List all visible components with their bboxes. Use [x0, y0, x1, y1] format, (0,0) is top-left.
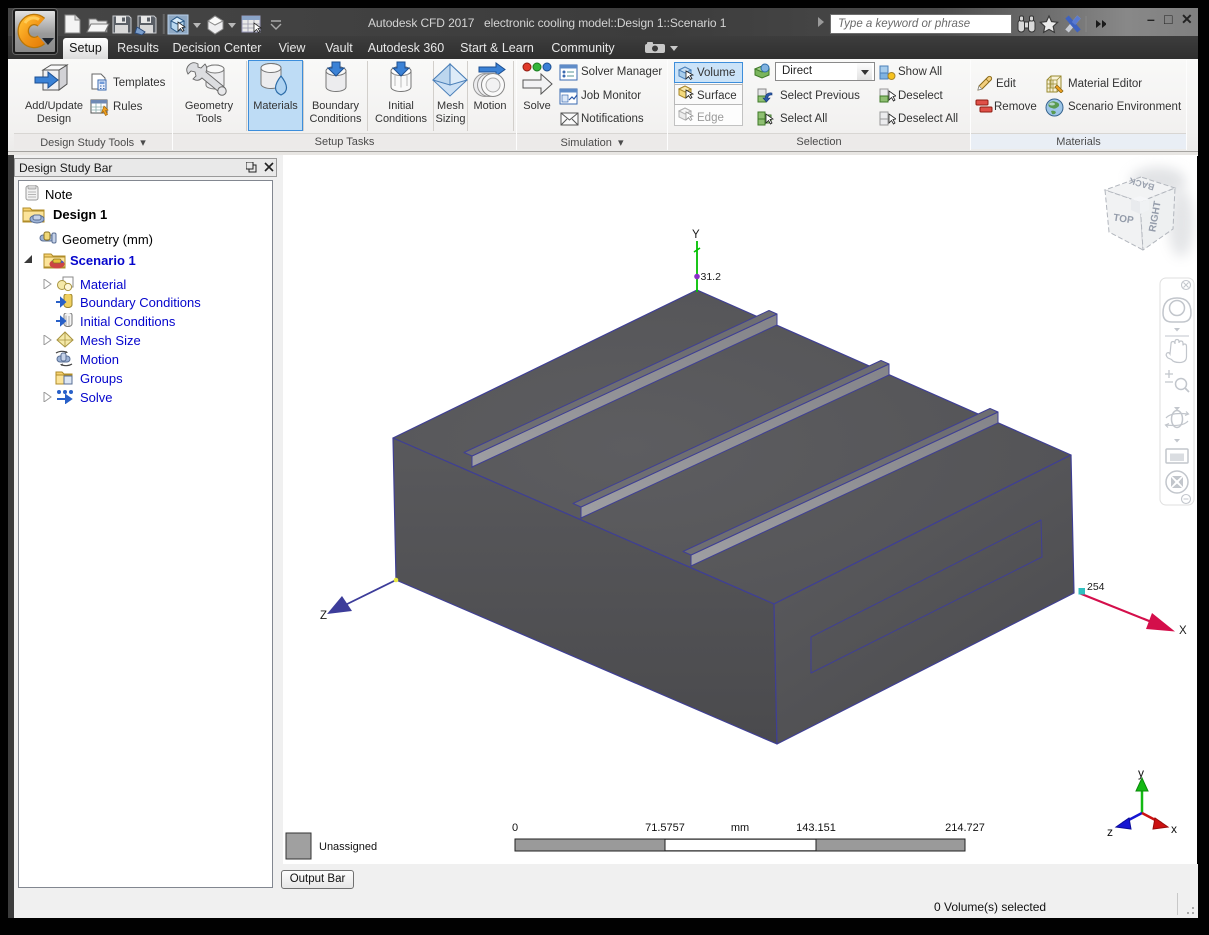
svg-text:0: 0	[512, 822, 518, 834]
svg-text:71.5757: 71.5757	[645, 822, 685, 834]
svg-text:Z: Z	[320, 610, 327, 622]
svg-text:y: y	[1138, 766, 1144, 780]
svg-text:254: 254	[1087, 581, 1105, 593]
svg-text:214.727: 214.727	[945, 822, 985, 834]
svg-text:x: x	[1171, 822, 1177, 836]
svg-text:Y: Y	[692, 229, 700, 241]
svg-text:Unassigned: Unassigned	[319, 841, 377, 853]
svg-text:mm: mm	[731, 822, 749, 834]
svg-text:31.2: 31.2	[701, 271, 722, 283]
svg-text:143.151: 143.151	[796, 822, 836, 834]
svg-text:z: z	[1107, 825, 1113, 839]
svg-text:X: X	[1179, 625, 1187, 637]
